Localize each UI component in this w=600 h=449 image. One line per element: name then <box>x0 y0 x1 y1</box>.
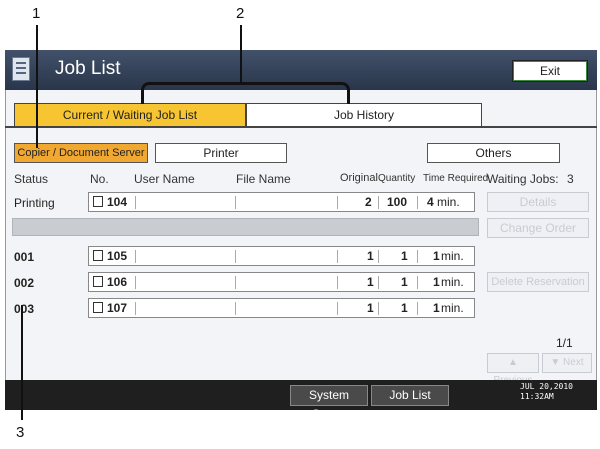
page-title: Job List <box>55 58 121 79</box>
job-quantity: 100 <box>387 195 408 209</box>
date-time: JUL 20,2010 11:32AM <box>520 382 573 402</box>
system-status-button[interactable]: System Status <box>290 385 368 421</box>
job-original: 2 <box>365 195 372 209</box>
column-time-required: Time Required <box>423 173 489 184</box>
job-quantity: 1 <box>401 275 408 289</box>
status-001: 001 <box>14 250 35 264</box>
job-time-number: 1 <box>433 275 440 289</box>
exit-button[interactable]: Exit <box>512 60 588 82</box>
callout-1-line <box>36 25 38 148</box>
job-row-106[interactable]: 106 1 1 1 min. <box>88 272 475 292</box>
job-original: 1 <box>367 301 374 315</box>
callout-3-label: 3 <box>16 424 25 441</box>
job-row-105[interactable]: 105 1 1 1 min. <box>88 246 475 266</box>
waiting-jobs-label: Waiting Jobs: <box>487 172 559 186</box>
others-button[interactable]: Others <box>427 143 560 163</box>
printing-progress-bar <box>12 218 479 236</box>
document-icon <box>93 196 103 207</box>
callout-2-bracket <box>141 82 350 104</box>
job-number: 105 <box>107 249 128 263</box>
status-printing: Printing <box>14 196 55 210</box>
callout-1-label: 1 <box>32 5 41 22</box>
callout-3-line <box>21 305 23 420</box>
delete-reservation-button[interactable]: Delete Reservation <box>487 272 589 292</box>
job-time-unit: min. <box>441 301 464 315</box>
details-button[interactable]: Details <box>487 192 589 212</box>
job-quantity: 1 <box>401 301 408 315</box>
job-row-107[interactable]: 107 1 1 1 min. <box>88 298 475 318</box>
job-time-unit: min. <box>437 195 460 209</box>
column-no: No. <box>90 172 109 186</box>
job-time-unit: min. <box>441 275 464 289</box>
job-list-button[interactable]: Job List <box>371 385 449 406</box>
change-order-button[interactable]: Change Order <box>487 218 589 238</box>
job-original: 1 <box>367 249 374 263</box>
job-time-number: 1 <box>433 301 440 315</box>
job-time-number: 1 <box>433 249 440 263</box>
job-number: 106 <box>107 275 128 289</box>
previous-button[interactable]: ▲ Previous <box>487 353 539 386</box>
document-icon <box>93 250 103 261</box>
column-status: Status <box>14 172 49 186</box>
document-icon <box>93 276 103 287</box>
column-user-name: User Name <box>134 172 195 186</box>
job-number: 104 <box>107 195 128 209</box>
time: 11:32AM <box>520 392 554 401</box>
date: JUL 20,2010 <box>520 382 573 391</box>
job-number: 107 <box>107 301 128 315</box>
job-original: 1 <box>367 275 374 289</box>
waiting-jobs-count: 3 <box>567 172 574 186</box>
job-time-unit: min. <box>441 249 464 263</box>
status-002: 002 <box>14 276 35 290</box>
tab-divider <box>5 126 597 128</box>
document-icon <box>93 302 103 313</box>
job-time-number: 4 <box>427 195 434 209</box>
column-file-name: File Name <box>236 172 291 186</box>
job-row-printing[interactable]: 104 2 100 4 min. <box>88 192 475 212</box>
tab-current-waiting[interactable]: Current / Waiting Job List <box>14 103 246 127</box>
callout-2-label: 2 <box>236 5 245 22</box>
copier-document-server-button[interactable]: Copier / Document Server <box>14 143 148 163</box>
job-quantity: 1 <box>401 249 408 263</box>
tab-job-history[interactable]: Job History <box>246 103 482 127</box>
column-original: Original <box>340 172 378 184</box>
next-button[interactable]: ▼ Next <box>542 353 592 373</box>
page-indicator: 1/1 <box>556 336 573 350</box>
job-list-icon <box>12 57 30 81</box>
column-quantity: Quantity <box>378 173 416 184</box>
callout-2-stem <box>240 25 242 83</box>
printer-button[interactable]: Printer <box>155 143 287 163</box>
status-003: 003 <box>14 302 35 316</box>
